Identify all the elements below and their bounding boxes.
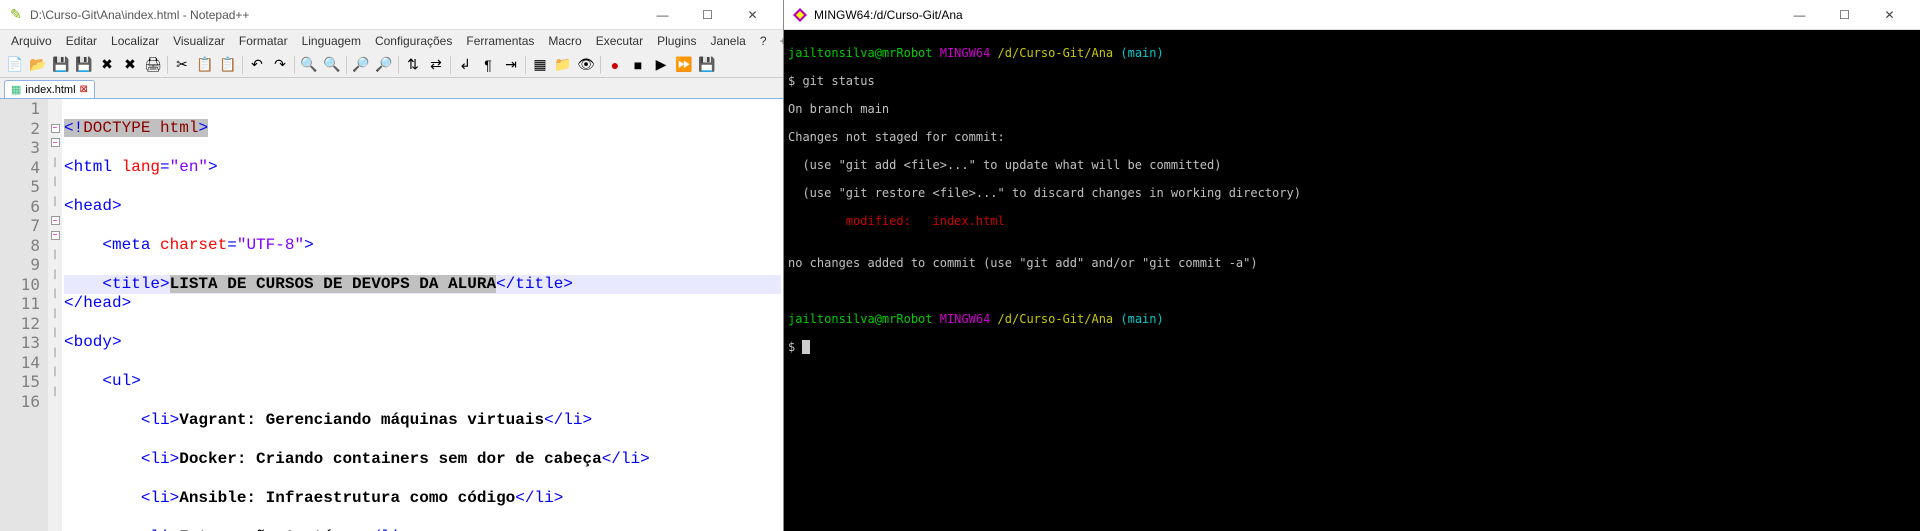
terminal-window: MINGW64:/d/Curso-Git/Ana — ☐ ✕ jailtonsi… xyxy=(784,0,1920,531)
editor-area[interactable]: 12345678910111213141516 −−|||−−|||||||| … xyxy=(0,99,783,531)
indent-icon[interactable]: ⇥ xyxy=(500,54,522,76)
record-icon[interactable]: ● xyxy=(604,54,626,76)
menu-linguagem[interactable]: Linguagem xyxy=(295,31,368,51)
fold-gutter[interactable]: −−|||−−|||||||| xyxy=(48,99,62,531)
new-file-icon[interactable]: 📄 xyxy=(4,54,26,76)
play-multi-icon[interactable]: ⏩ xyxy=(673,54,695,76)
play-icon[interactable]: ▶ xyxy=(650,54,672,76)
save-all-icon[interactable]: 💾 xyxy=(73,54,95,76)
terminal-titlebar[interactable]: MINGW64:/d/Curso-Git/Ana — ☐ ✕ xyxy=(784,0,1920,30)
close-button[interactable]: ✕ xyxy=(1867,1,1912,29)
redo-icon[interactable]: ↷ xyxy=(269,54,291,76)
mingw-icon xyxy=(792,7,808,23)
terminal-body[interactable]: jailtonsilva@mrRobot MINGW64 /d/Curso-Gi… xyxy=(784,30,1920,531)
menubar: Arquivo Editar Localizar Visualizar Form… xyxy=(0,30,783,52)
code-content[interactable]: <!DOCTYPE html> <html lang="en"> <head> … xyxy=(62,99,783,531)
replace-icon[interactable]: 🔍 xyxy=(321,54,343,76)
menu-arquivo[interactable]: Arquivo xyxy=(4,31,59,51)
show-all-icon[interactable]: ¶ xyxy=(477,54,499,76)
tabstrip: ▦ index.html ⊠ xyxy=(0,78,783,99)
close-file-icon[interactable]: ✖ xyxy=(96,54,118,76)
menu-visualizar[interactable]: Visualizar xyxy=(166,31,232,51)
save-icon[interactable]: 💾 xyxy=(50,54,72,76)
sync-h-icon[interactable]: ⇄ xyxy=(425,54,447,76)
terminal-title: MINGW64:/d/Curso-Git/Ana xyxy=(814,8,1777,22)
cursor xyxy=(802,340,809,354)
copy-icon[interactable]: 📋 xyxy=(194,54,216,76)
menu-help[interactable]: ? xyxy=(753,31,774,51)
undo-icon[interactable]: ↶ xyxy=(246,54,268,76)
wrap-icon[interactable]: ↲ xyxy=(454,54,476,76)
menu-executar[interactable]: Executar xyxy=(589,31,650,51)
save-macro-icon[interactable]: 💾 xyxy=(696,54,718,76)
folder-icon[interactable]: 📁 xyxy=(552,54,574,76)
menu-formatar[interactable]: Formatar xyxy=(232,31,295,51)
zoom-out-icon[interactable]: 🔎 xyxy=(373,54,395,76)
maximize-button[interactable]: ☐ xyxy=(1822,1,1867,29)
window-title: D:\Curso-Git\Ana\index.html - Notepad++ xyxy=(30,8,640,22)
notepadpp-icon: ✎ xyxy=(8,7,24,23)
sync-v-icon[interactable]: ⇅ xyxy=(402,54,424,76)
find-icon[interactable]: 🔍 xyxy=(298,54,320,76)
open-file-icon[interactable]: 📂 xyxy=(27,54,49,76)
menu-plugins[interactable]: Plugins xyxy=(650,31,703,51)
tab-label: index.html xyxy=(25,84,75,96)
cut-icon[interactable]: ✂ xyxy=(171,54,193,76)
menu-config[interactable]: Configurações xyxy=(368,31,459,51)
notepadpp-titlebar[interactable]: ✎ D:\Curso-Git\Ana\index.html - Notepad+… xyxy=(0,0,783,30)
modified-file: modified: index.html xyxy=(788,214,1916,228)
stop-icon[interactable]: ■ xyxy=(627,54,649,76)
menu-ferramentas[interactable]: Ferramentas xyxy=(459,31,541,51)
prompt-cursor-line[interactable]: $ xyxy=(788,340,802,354)
zoom-in-icon[interactable]: 🔎 xyxy=(350,54,372,76)
tab-indexhtml[interactable]: ▦ index.html ⊠ xyxy=(4,80,95,98)
line-gutter: 12345678910111213141516 xyxy=(0,99,48,531)
menu-editar[interactable]: Editar xyxy=(59,31,104,51)
menu-macro[interactable]: Macro xyxy=(541,31,588,51)
close-button[interactable]: ✕ xyxy=(730,1,775,29)
toolbar: 📄 📂 💾 💾 ✖ ✖ 🖨 ✂ 📋 📋 ↶ ↷ 🔍 🔍 🔎 🔎 ⇅ ⇄ ↲ xyxy=(0,52,783,78)
menu-localizar[interactable]: Localizar xyxy=(104,31,166,51)
lang-icon[interactable]: ▦ xyxy=(529,54,551,76)
tab-close-icon[interactable]: ⊠ xyxy=(80,84,88,95)
minimize-button[interactable]: — xyxy=(1777,1,1822,29)
monitor-icon[interactable]: 👁 xyxy=(575,54,597,76)
file-icon: ▦ xyxy=(11,83,21,96)
notepadpp-window: ✎ D:\Curso-Git\Ana\index.html - Notepad+… xyxy=(0,0,784,531)
command-line: $ git status xyxy=(788,74,1916,88)
print-icon[interactable]: 🖨 xyxy=(142,54,164,76)
close-all-icon[interactable]: ✖ xyxy=(119,54,141,76)
minimize-button[interactable]: — xyxy=(640,1,685,29)
paste-icon[interactable]: 📋 xyxy=(217,54,239,76)
maximize-button[interactable]: ☐ xyxy=(685,1,730,29)
menu-janela[interactable]: Janela xyxy=(703,31,752,51)
